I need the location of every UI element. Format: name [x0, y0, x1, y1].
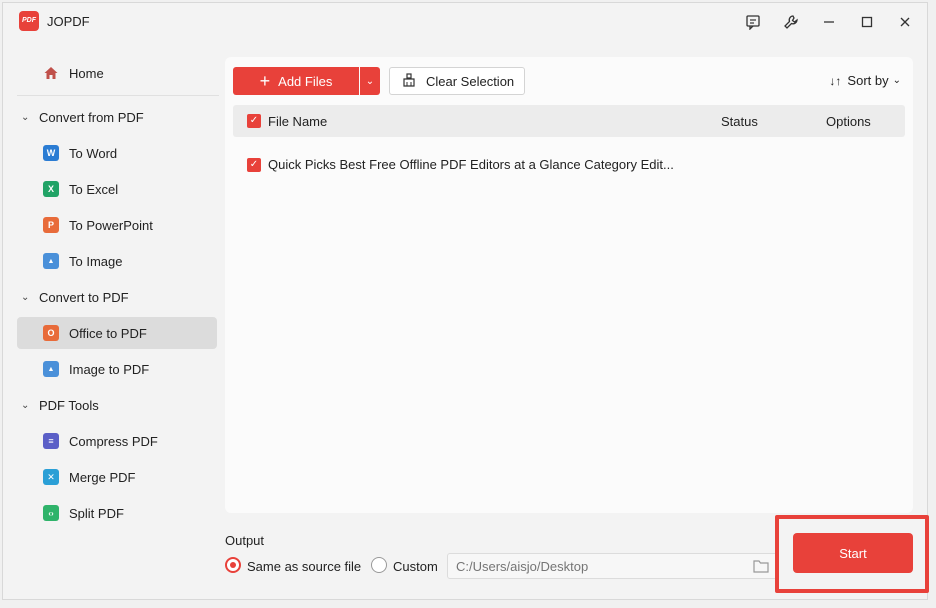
sidebar-item-image-to-pdf[interactable]: ▲ Image to PDF — [17, 353, 217, 385]
merge-icon: ✕ — [43, 469, 59, 485]
table-header: ✓ File Name Status Options — [233, 105, 905, 137]
section-pdf-tools[interactable]: ⌄ PDF Tools — [17, 391, 217, 419]
sidebar-item-home[interactable]: Home — [17, 57, 217, 89]
same-as-source-label: Same as source file — [247, 559, 362, 574]
divider — [17, 95, 219, 96]
sort-icon: ↓↑ — [829, 73, 842, 88]
sidebar-item-label: To PowerPoint — [69, 217, 153, 233]
add-files-dropdown-button[interactable]: ⌄ — [360, 67, 380, 95]
split-icon: ‹› — [43, 505, 59, 521]
chevron-down-icon: ⌄ — [21, 291, 30, 303]
chevron-down-icon: ⌄ — [21, 399, 30, 411]
title-bar: PDF JOPDF — [3, 3, 927, 41]
sidebar-item-merge-pdf[interactable]: ✕ Merge PDF — [17, 461, 217, 493]
app-window: PDF JOPDF Home ⌄ Convert from PDF W To W… — [2, 2, 929, 600]
sidebar-item-label: Home — [69, 65, 104, 81]
compress-icon: ≡ — [43, 433, 59, 449]
add-files-label: Add Files — [278, 73, 333, 89]
sidebar-item-compress-pdf[interactable]: ≡ Compress PDF — [17, 425, 217, 457]
chevron-down-icon: ⌄ — [365, 75, 375, 87]
sidebar-item-to-excel[interactable]: X To Excel — [17, 173, 217, 205]
sidebar-item-to-word[interactable]: W To Word — [17, 137, 217, 169]
output-path-input[interactable] — [447, 553, 779, 579]
broom-icon — [402, 72, 416, 90]
sidebar-item-label: Compress PDF — [69, 433, 158, 449]
column-header-status: Status — [721, 114, 758, 129]
home-icon — [43, 65, 59, 81]
word-icon: W — [43, 145, 59, 161]
table-row[interactable]: ✓ Quick Picks Best Free Offline PDF Edit… — [233, 151, 905, 179]
app-logo-icon: PDF — [19, 11, 39, 31]
sidebar-item-label: Image to PDF — [69, 361, 150, 377]
chevron-down-icon: ⌄ — [21, 111, 30, 123]
same-as-source-radio[interactable] — [225, 557, 241, 573]
maximize-icon[interactable] — [855, 11, 879, 33]
excel-icon: X — [43, 181, 59, 197]
section-label: PDF Tools — [39, 397, 99, 413]
sidebar-item-label: To Image — [69, 253, 123, 269]
image-icon: ▲ — [43, 253, 59, 269]
column-header-file-name: File Name — [268, 114, 328, 129]
section-convert-to-pdf[interactable]: ⌄ Convert to PDF — [17, 283, 217, 311]
sidebar-item-office-to-pdf[interactable]: O Office to PDF — [17, 317, 217, 349]
clear-selection-button[interactable]: Clear Selection — [389, 67, 525, 95]
sort-by-label: Sort by — [847, 73, 889, 88]
close-icon[interactable] — [893, 11, 917, 33]
sidebar-item-to-powerpoint[interactable]: P To PowerPoint — [17, 209, 217, 241]
section-convert-from-pdf[interactable]: ⌄ Convert from PDF — [17, 103, 217, 131]
file-name: Quick Picks Best Free Offline PDF Editor… — [268, 157, 674, 172]
sidebar-item-split-pdf[interactable]: ‹› Split PDF — [17, 497, 217, 529]
column-header-options: Options — [826, 114, 871, 129]
sidebar-item-label: Merge PDF — [69, 469, 136, 485]
plus-icon: + — [259, 71, 271, 91]
sidebar-item-label: To Word — [69, 145, 118, 161]
file-panel: + Add Files ⌄ Clear Selection ↓↑ Sort by… — [225, 57, 913, 513]
add-files-button[interactable]: + Add Files — [233, 67, 359, 95]
output-label: Output — [225, 533, 265, 548]
sidebar-item-label: To Excel — [69, 181, 119, 197]
sidebar-item-label: Split PDF — [69, 505, 124, 521]
office-icon: O — [43, 325, 59, 341]
image-icon: ▲ — [43, 361, 59, 377]
sort-by-button[interactable]: ↓↑ Sort by ⌄ — [829, 73, 901, 88]
chevron-down-icon: ⌄ — [892, 75, 901, 86]
app-title: JOPDF — [47, 14, 90, 29]
start-button[interactable]: Start — [793, 533, 913, 573]
section-label: Convert from PDF — [39, 109, 144, 125]
minimize-icon[interactable] — [817, 11, 841, 33]
folder-icon[interactable] — [753, 559, 769, 573]
powerpoint-icon: P — [43, 217, 59, 233]
sidebar-item-to-image[interactable]: ▲ To Image — [17, 245, 217, 277]
custom-label: Custom — [393, 559, 438, 574]
feedback-icon[interactable] — [741, 11, 765, 33]
wrench-icon[interactable] — [779, 11, 803, 33]
row-checkbox[interactable]: ✓ — [247, 158, 261, 172]
section-label: Convert to PDF — [39, 289, 129, 305]
clear-selection-label: Clear Selection — [426, 73, 515, 89]
custom-radio[interactable] — [371, 557, 387, 573]
sidebar-item-label: Office to PDF — [69, 325, 147, 341]
select-all-checkbox[interactable]: ✓ — [247, 114, 261, 128]
